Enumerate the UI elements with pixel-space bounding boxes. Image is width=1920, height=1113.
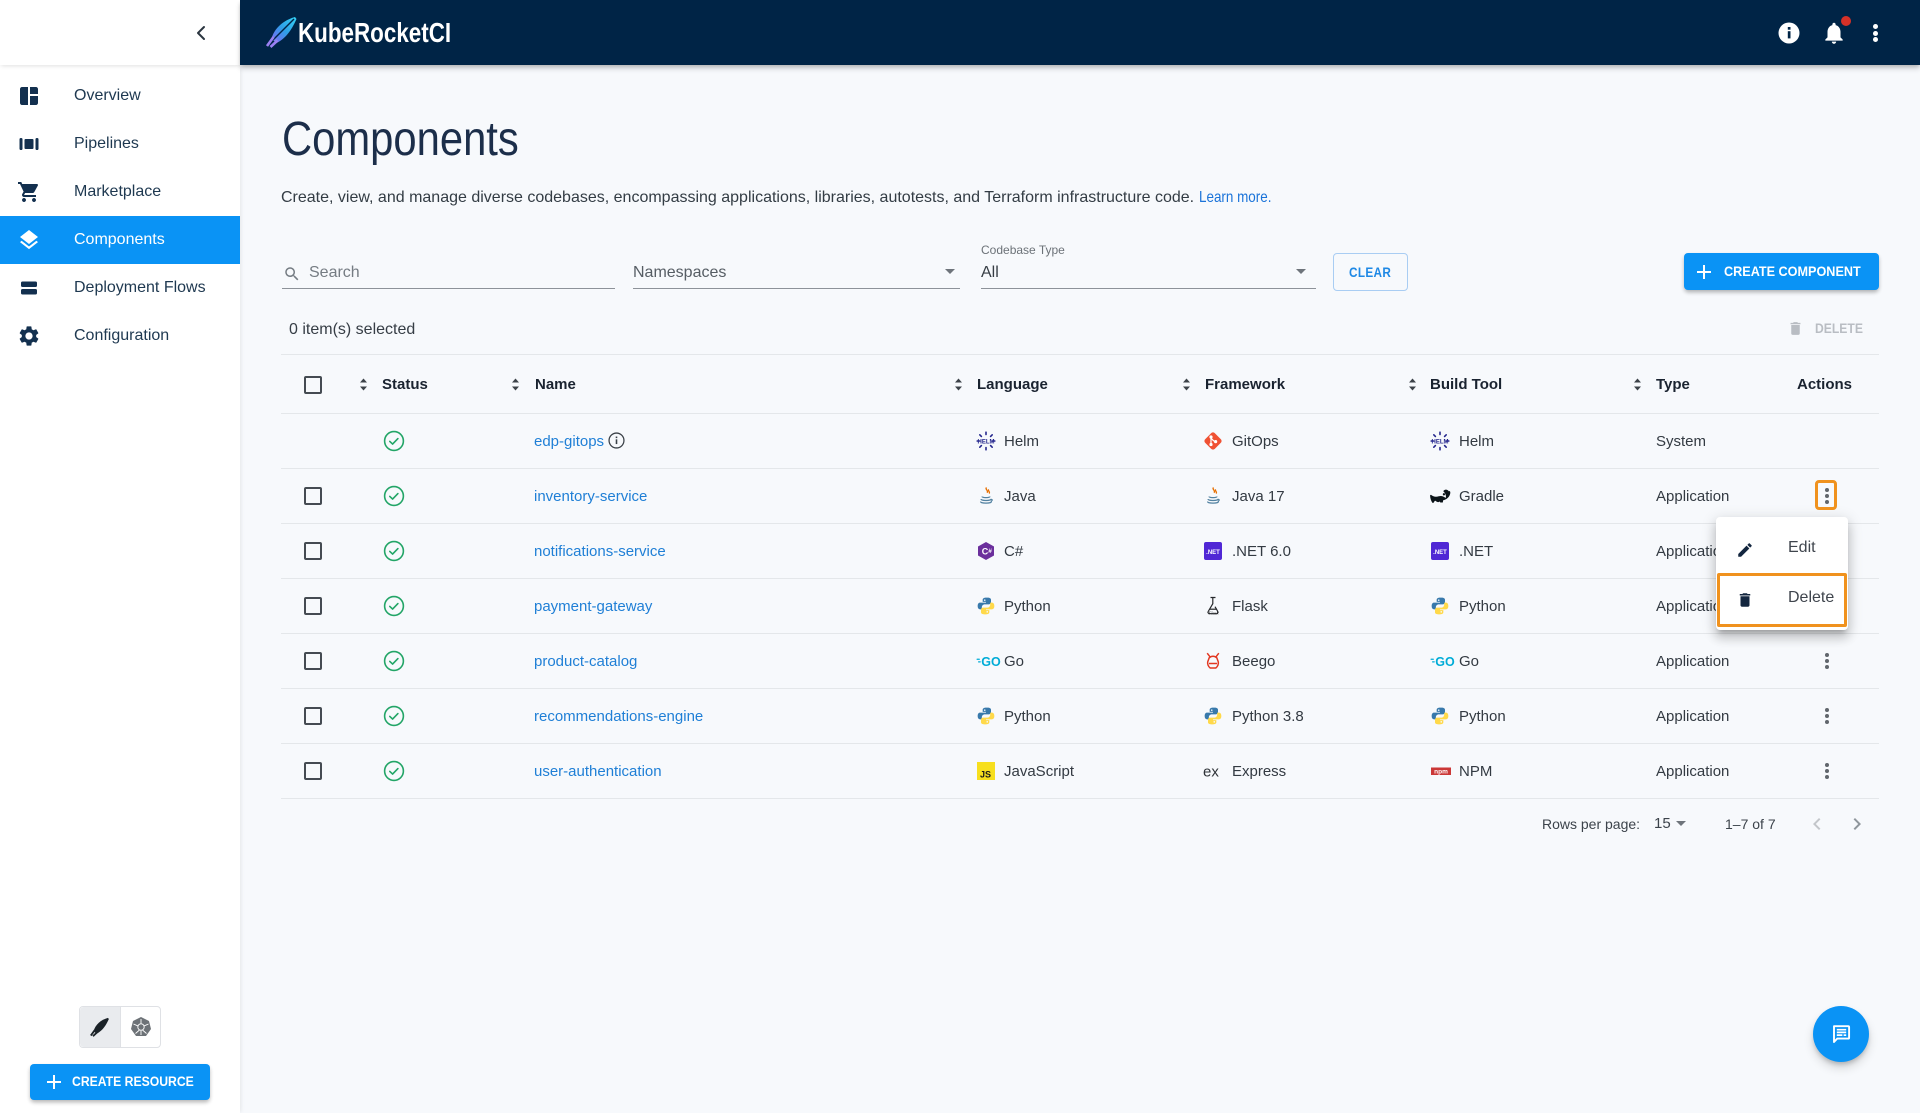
svg-text:HELM: HELM <box>1432 439 1449 445</box>
svg-text:.NET: .NET <box>1433 550 1447 556</box>
svg-text:GO: GO <box>981 655 1001 669</box>
svg-text:npm: npm <box>1434 769 1448 776</box>
svg-text:#: # <box>988 548 992 555</box>
svg-text:JS: JS <box>980 770 991 780</box>
svg-text:Flask: Flask <box>1208 611 1220 616</box>
svg-text:.NET: .NET <box>1206 550 1220 556</box>
svg-text:HELM: HELM <box>978 439 995 445</box>
svg-text:ex: ex <box>1203 764 1219 781</box>
svg-text:GO: GO <box>1435 655 1455 669</box>
